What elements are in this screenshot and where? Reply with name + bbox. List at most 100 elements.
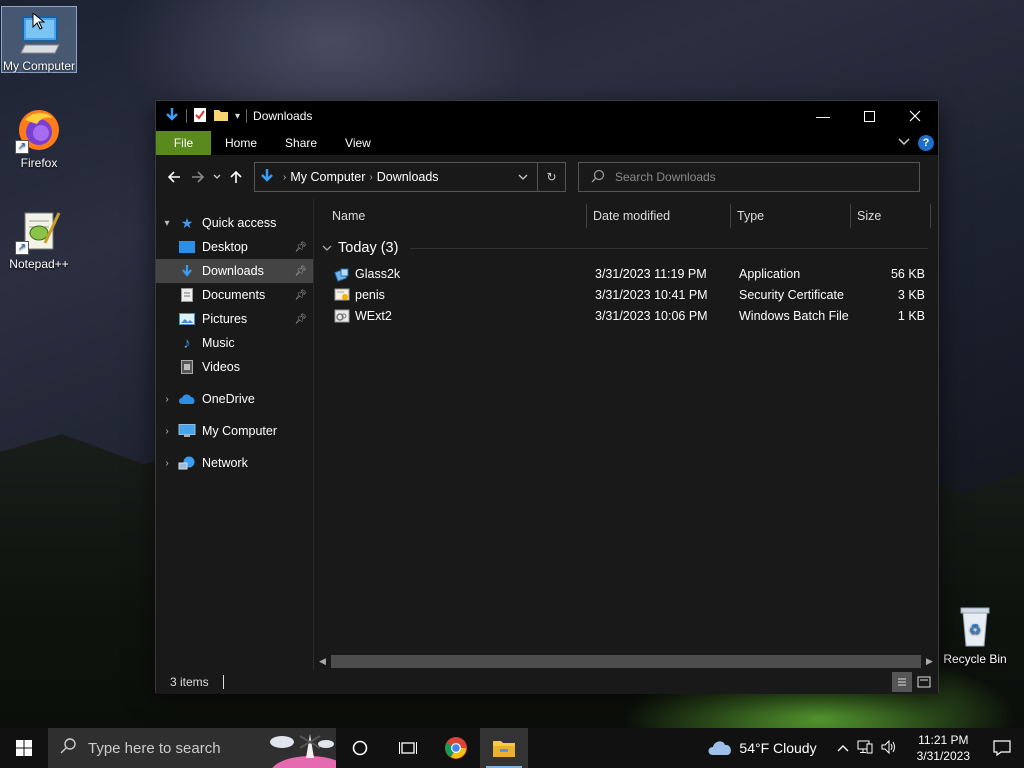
file-row[interactable]: WExt2 3/31/2023 10:06 PM Windows Batch F… <box>314 305 938 326</box>
shortcut-arrow-icon: ↗ <box>15 241 29 255</box>
pin-icon[interactable]: 📌︎ <box>294 266 307 277</box>
navigation-pane: ▾ ★ Quick access Desktop 📌︎ Downloads 📌︎ <box>156 199 314 670</box>
notification-center-button[interactable] <box>980 728 1024 768</box>
nav-network[interactable]: › Network <box>156 451 313 475</box>
desktop-icon-notepadpp[interactable]: ↗ Notepad++ <box>1 203 77 273</box>
expand-chevron-icon[interactable]: › <box>156 426 178 437</box>
refresh-icon[interactable]: ↻ <box>537 163 565 191</box>
start-button[interactable] <box>0 728 48 768</box>
tab-share[interactable]: Share <box>271 131 331 155</box>
item-count: 3 items <box>170 675 209 689</box>
scrollbar-thumb[interactable] <box>331 655 921 668</box>
toolbar-separator <box>246 109 248 123</box>
file-type: Windows Batch File <box>739 308 849 323</box>
nav-pictures[interactable]: Pictures 📌︎ <box>156 307 313 331</box>
volume-icon[interactable] <box>881 739 897 757</box>
file-type: Security Certificate <box>739 287 844 302</box>
nav-label: Videos <box>202 360 240 374</box>
nav-quick-access[interactable]: ▾ ★ Quick access <box>156 211 313 235</box>
star-icon: ★ <box>180 214 194 231</box>
clock[interactable]: 11:21 PM 3/31/2023 <box>907 732 980 764</box>
back-button[interactable] <box>162 165 186 189</box>
task-view-button[interactable] <box>384 728 432 768</box>
tab-view[interactable]: View <box>331 131 385 155</box>
column-header-size[interactable]: Size <box>851 204 931 228</box>
videos-folder-icon <box>178 359 196 375</box>
shortcut-arrow-icon: ↗ <box>15 140 29 154</box>
taskbar-file-explorer[interactable] <box>480 728 528 768</box>
search-icon <box>60 738 76 758</box>
nav-documents[interactable]: Documents 📌︎ <box>156 283 313 307</box>
breadcrumb-my-computer[interactable]: My Computer <box>290 170 365 184</box>
nav-videos[interactable]: Videos <box>156 355 313 379</box>
scroll-right-icon[interactable]: ▶ <box>921 656 938 667</box>
details-view-button[interactable] <box>892 672 912 692</box>
scroll-left-icon[interactable]: ◀ <box>314 656 331 667</box>
expand-chevron-icon[interactable]: › <box>156 458 178 469</box>
taskbar-chrome[interactable] <box>432 728 480 768</box>
file-row[interactable]: penis 3/31/2023 10:41 PM Security Certif… <box>314 284 938 305</box>
column-header-name[interactable]: Name <box>332 204 587 228</box>
file-date: 3/31/2023 10:06 PM <box>595 308 708 323</box>
weather-widget[interactable]: 54°F Cloudy <box>707 738 826 759</box>
properties-icon[interactable] <box>193 107 207 126</box>
recent-locations-button[interactable] <box>210 165 224 189</box>
column-header-date-modified[interactable]: Date modified <box>587 204 731 228</box>
large-icons-view-button[interactable] <box>914 672 934 692</box>
new-folder-icon[interactable] <box>213 107 229 126</box>
down-arrow-icon <box>164 107 180 126</box>
address-dropdown-icon[interactable] <box>509 163 537 191</box>
file-name: WExt2 <box>355 308 392 323</box>
breadcrumb-chevron-icon[interactable]: › <box>369 172 372 183</box>
network-status-icon[interactable] <box>857 740 873 757</box>
collapse-group-icon[interactable] <box>322 243 332 254</box>
title-bar[interactable]: ▾ Downloads — <box>156 101 938 131</box>
taskbar-search-box[interactable]: Type here to search <box>48 728 336 768</box>
expand-chevron-icon[interactable]: › <box>156 394 178 405</box>
forward-button[interactable] <box>186 165 210 189</box>
batch-file-icon <box>334 308 350 324</box>
maximize-button[interactable] <box>846 101 892 131</box>
breadcrumb-chevron-icon[interactable]: › <box>283 172 286 183</box>
nav-my-computer[interactable]: › My Computer <box>156 419 313 443</box>
cortana-button[interactable] <box>336 728 384 768</box>
cloud-icon <box>707 738 733 759</box>
search-icon <box>591 169 605 186</box>
show-hidden-icons-chevron-icon[interactable] <box>837 741 849 755</box>
pin-icon[interactable]: 📌︎ <box>294 242 307 253</box>
search-highlight-illustration <box>260 728 336 768</box>
nav-downloads[interactable]: Downloads 📌︎ <box>156 259 313 283</box>
search-box[interactable]: Search Downloads <box>578 162 920 192</box>
pin-icon[interactable]: 📌︎ <box>294 290 307 301</box>
expand-ribbon-icon[interactable] <box>898 137 910 149</box>
up-button[interactable] <box>224 165 248 189</box>
file-size: 56 KB <box>890 266 925 281</box>
file-row[interactable]: Glass2k 3/31/2023 11:19 PM Application 5… <box>314 263 938 284</box>
desktop-icon-recycle-bin[interactable]: ♻ Recycle Bin <box>937 598 1013 668</box>
svg-text:♻: ♻ <box>969 622 982 638</box>
horizontal-scrollbar[interactable]: ◀ ▶ <box>314 653 938 670</box>
help-button[interactable]: ? <box>918 135 934 151</box>
group-header-today[interactable]: Today (3) <box>314 233 938 263</box>
collapse-chevron-icon[interactable]: ▾ <box>156 218 178 229</box>
scrollbar-track[interactable] <box>331 655 921 668</box>
nav-desktop[interactable]: Desktop 📌︎ <box>156 235 313 259</box>
nav-music[interactable]: ♪ Music <box>156 331 313 355</box>
address-bar[interactable]: › My Computer › Downloads ↻ <box>254 162 566 192</box>
close-button[interactable] <box>892 101 938 131</box>
tab-file[interactable]: File <box>156 131 211 155</box>
tab-home[interactable]: Home <box>211 131 271 155</box>
breadcrumb-downloads[interactable]: Downloads <box>377 170 439 184</box>
pin-icon[interactable]: 📌︎ <box>294 314 307 325</box>
music-folder-icon: ♪ <box>183 334 191 352</box>
desktop-icon-firefox[interactable]: ↗ Firefox <box>1 102 77 172</box>
system-tray: 54°F Cloudy 11:21 PM 3/31/2023 <box>707 728 1024 768</box>
customize-toolbar-icon[interactable]: ▾ <box>235 111 240 122</box>
file-name: penis <box>355 287 385 302</box>
column-header-type[interactable]: Type <box>731 204 851 228</box>
nav-onedrive[interactable]: › OneDrive <box>156 387 313 411</box>
weather-text: 54°F Cloudy <box>739 740 817 756</box>
desktop-icon-my-computer[interactable]: My Computer <box>1 6 77 73</box>
documents-folder-icon <box>178 287 196 303</box>
minimize-button[interactable]: — <box>800 101 846 131</box>
